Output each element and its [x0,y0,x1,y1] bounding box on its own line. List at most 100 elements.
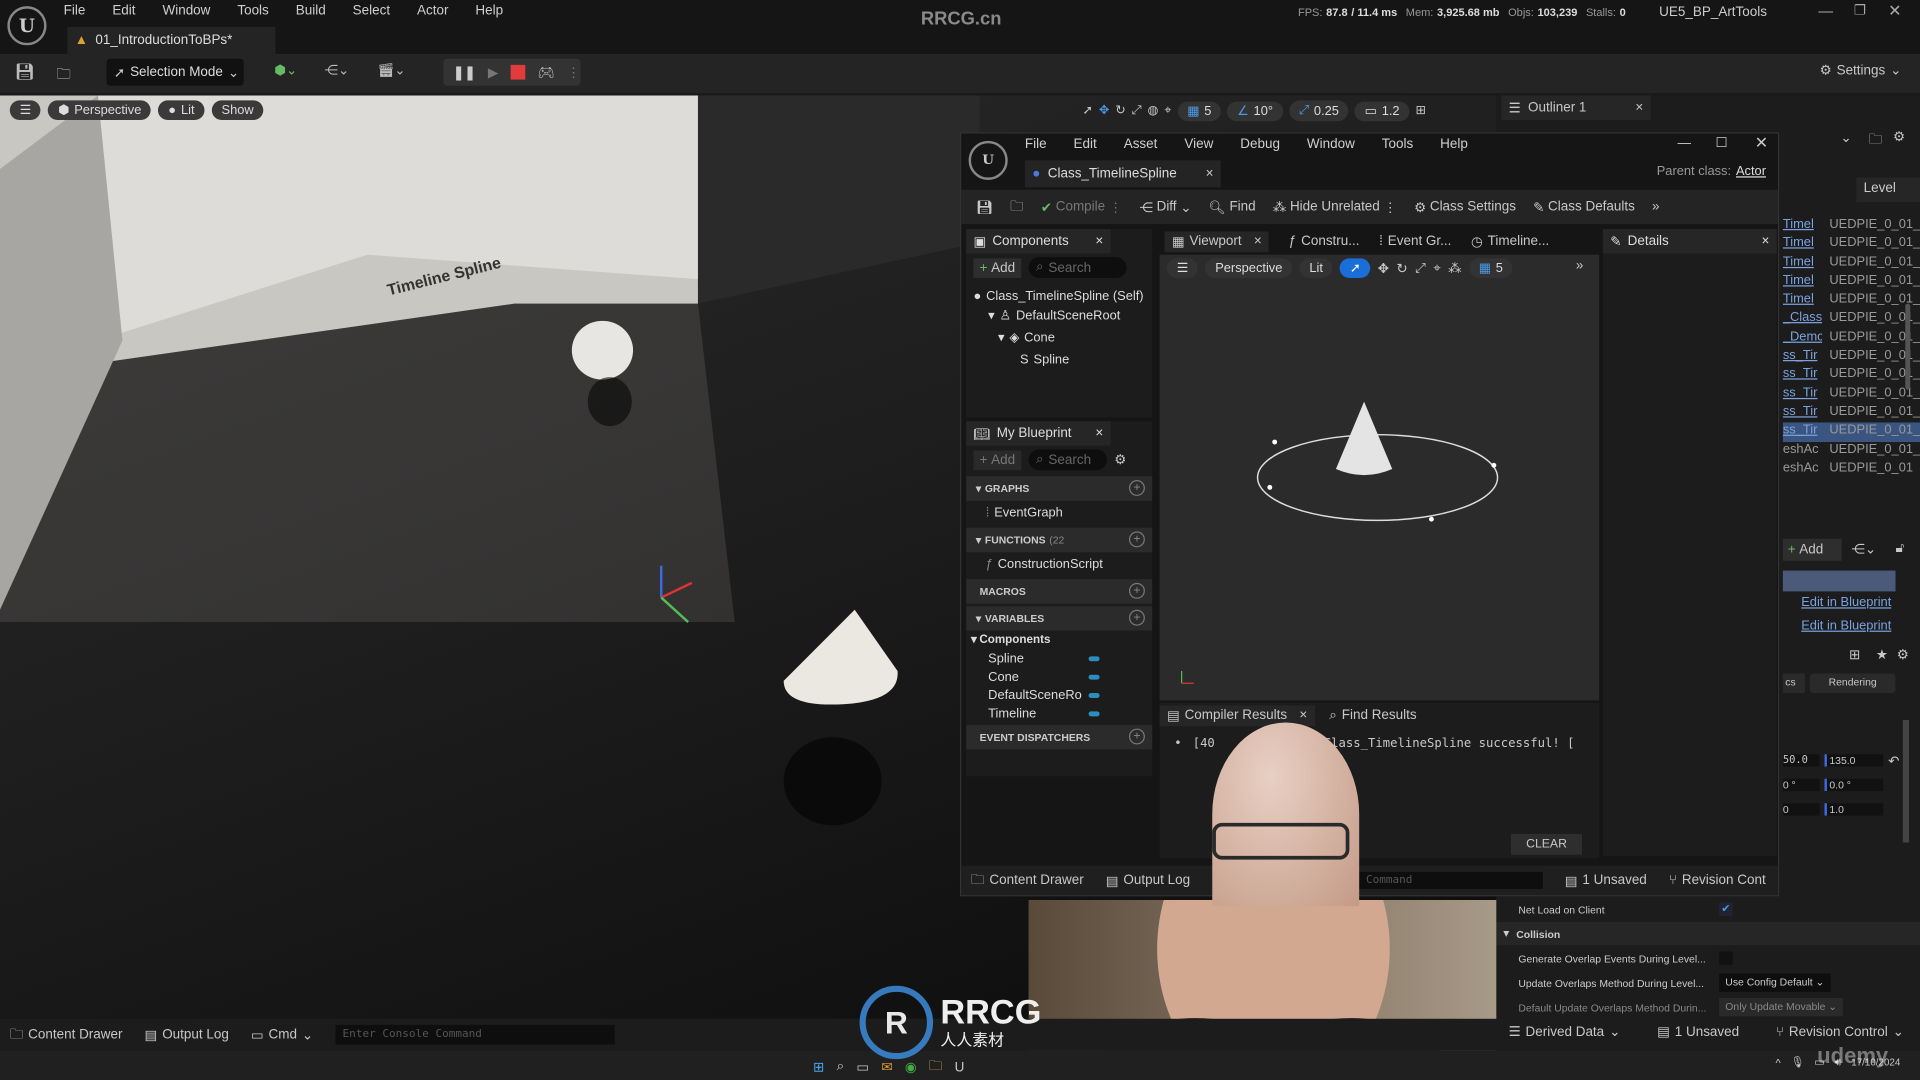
parent-class-link[interactable]: Actor [1736,164,1766,179]
pause-icon[interactable]: ❚❚ [453,64,476,81]
add-folder-icon[interactable]: 🗀 [1869,129,1882,152]
bp-viewport[interactable]: ☰ Perspective Lit ➚ ✥ ↻ ⤢ ⌖ ⁂ ▦ 5 » [1159,254,1600,701]
show-button[interactable]: Show [211,100,264,121]
bp-menu-file[interactable]: File [1025,137,1047,152]
outliner-row[interactable]: ss_Tir UEDPIE_0_01_ [1783,404,1920,423]
select-icon[interactable]: ➚ [1082,104,1092,117]
camera-speed[interactable]: ▭ 1.2 [1354,101,1410,121]
add-member-button[interactable]: + Add [973,450,1022,470]
close-icon[interactable]: × [1254,234,1262,249]
default-update-dropdown[interactable]: Only Update Movable ⌄ [1719,997,1844,1017]
outliner-row[interactable]: ss_Tir UEDPIE_0_01_ [1783,367,1920,386]
column-level[interactable]: Level [1856,177,1920,203]
revision-control-button[interactable]: ⑂ Revision Control ⌄ [1776,1024,1904,1039]
variable-item[interactable]: Spline [966,649,1152,667]
outliner-row[interactable]: Timel UEDPIE_0_01_ [1783,273,1920,292]
outliner-row[interactable]: _Demc UEDPIE_0_01_ [1783,329,1920,348]
macros-section[interactable]: MACROS + [966,579,1153,604]
more-icon[interactable]: ⋮ [1383,199,1396,215]
cinematics-icon[interactable]: 🎬︎⌄ [377,62,405,79]
details-scrollbar[interactable] [1902,720,1909,843]
location-z[interactable]: 50.0 [1782,754,1820,767]
graphs-section[interactable]: ▾ GRAPHS + [966,476,1153,501]
find-button[interactable]: 🔍︎ Find [1209,199,1256,215]
more-icon[interactable]: ⋮ [1109,199,1122,215]
tab-construction-script[interactable]: ƒ Constru... [1289,234,1360,249]
close-icon[interactable]: × [1206,167,1214,182]
add-actor-icon[interactable]: ⬢⌄ [274,62,297,79]
menu-window[interactable]: Window [162,4,210,19]
angle-snap[interactable]: ∠ 10° [1227,101,1283,121]
outliner-row[interactable]: Timel UEDPIE_0_01_ [1783,254,1920,273]
perspective-button[interactable]: ⬢ Perspective [48,100,152,121]
scale-icon[interactable]: ⤢ [1132,104,1142,117]
lit-button[interactable]: ● Lit [158,100,205,121]
my-blueprint-search[interactable]: ⌕ Search [1028,449,1107,471]
gamepad-icon[interactable]: 🎮︎ [537,64,554,81]
mic-icon[interactable]: 🎙︎ [1790,1056,1804,1069]
gear-icon[interactable]: ⚙ [1897,647,1909,663]
class-defaults-button[interactable]: ✎ Class Defaults [1533,199,1635,215]
lock-icon[interactable]: 🔓︎ [1896,541,1905,557]
tab-timeline[interactable]: ◷ Timeline... [1471,233,1549,249]
grid-snap[interactable]: ▦ 5 [1177,101,1222,121]
unreal-logo-icon[interactable]: U [7,6,47,46]
generate-overlap-checkbox[interactable] [1719,951,1733,965]
rotate-icon[interactable]: ↻ [1115,104,1125,117]
viewport-menu-icon[interactable]: ☰ [9,100,41,121]
stop-icon[interactable] [510,64,526,80]
add-variable-icon[interactable]: + [1128,609,1145,626]
close-icon[interactable]: × [1299,708,1307,723]
diff-button[interactable]: ⋲ Diff ⌄ [1139,199,1191,215]
update-overlaps-dropdown[interactable]: Use Config Default ⌄ [1719,973,1831,992]
unreal-logo-icon[interactable]: U [968,140,1008,181]
content-drawer-button[interactable]: 🗀 Content Drawer [10,1023,123,1046]
event-dispatchers-section[interactable]: EVENT DISPATCHERS + [966,724,1153,750]
outliner-scrollbar[interactable] [1905,303,1911,390]
rotation-z[interactable]: 0 ° [1782,778,1820,792]
minimize-button[interactable]: — [1818,2,1833,19]
add-macro-icon[interactable]: + [1128,582,1145,599]
gear-icon[interactable]: ⚙ [1114,452,1126,468]
browse-icon[interactable]: 🗀 [56,62,71,88]
more-icon[interactable]: ⋮ [567,64,580,81]
menu-tools[interactable]: Tools [237,4,268,19]
bp-menu-help[interactable]: Help [1440,137,1468,152]
bp-maximize-button[interactable]: ☐ [1716,135,1728,151]
close-icon[interactable]: × [1095,426,1103,441]
bp-asset-tab[interactable]: ● Class_TimelineSpline × [1024,160,1221,188]
add-graph-icon[interactable]: + [1128,480,1145,496]
bp-menu-tools[interactable]: Tools [1382,137,1413,152]
save-icon[interactable]: 💾︎ [976,199,993,215]
functions-section[interactable]: ▾ FUNCTIONS (22 + [966,527,1153,553]
bp-menu-view[interactable]: View [1184,137,1213,152]
components-search[interactable]: ⌕ Search [1028,257,1127,278]
tab-event-graph[interactable]: ⁞ Event Gr... [1379,234,1451,249]
tree-item-cone[interactable]: ▾ ◈ Cone [973,327,1144,349]
translate-icon[interactable]: ✥ [1099,104,1109,117]
tab-viewport[interactable]: ▦ Viewport × [1164,230,1270,252]
bp-unsaved-button[interactable]: ▤ 1 Unsaved [1565,872,1647,888]
outliner-row[interactable]: ss_Tir UEDPIE_0_01_ [1782,422,1920,442]
menu-edit[interactable]: Edit [112,4,135,19]
overflow-icon[interactable]: » [1652,200,1660,215]
layout-icon[interactable]: ⊞ [1416,104,1426,117]
world-icon[interactable]: ◍ [1148,104,1159,117]
bp-minimize-button[interactable]: — [1678,136,1691,151]
variables-section[interactable]: ▾ VARIABLES + [966,606,1153,631]
gear-icon[interactable]: ⚙ [1893,129,1905,145]
outliner-row[interactable]: ss_Tir UEDPIE_0_01_ [1783,348,1920,367]
bp-close-button[interactable]: ✕ [1755,133,1768,153]
bp-menu-debug[interactable]: Debug [1240,137,1280,152]
save-icon[interactable]: 💾︎ [15,62,35,82]
collision-section[interactable]: Collision [1516,928,1560,940]
variable-item[interactable]: Cone [966,667,1152,685]
construction-script-item[interactable]: ƒ ConstructionScript [966,552,1152,576]
close-icon[interactable]: × [1635,100,1643,115]
outliner-row[interactable]: Timel UEDPIE_0_01_ [1783,217,1920,236]
chrome-icon[interactable]: ◉ [905,1059,917,1075]
outliner-row[interactable]: eshAc UEDPIE_0_01_ [1783,442,1920,461]
output-log-button[interactable]: ▤ Output Log [145,1027,229,1042]
windows-start-icon[interactable]: ⊞ [813,1059,824,1075]
components-tab[interactable]: ▣ Components × [966,228,1111,254]
